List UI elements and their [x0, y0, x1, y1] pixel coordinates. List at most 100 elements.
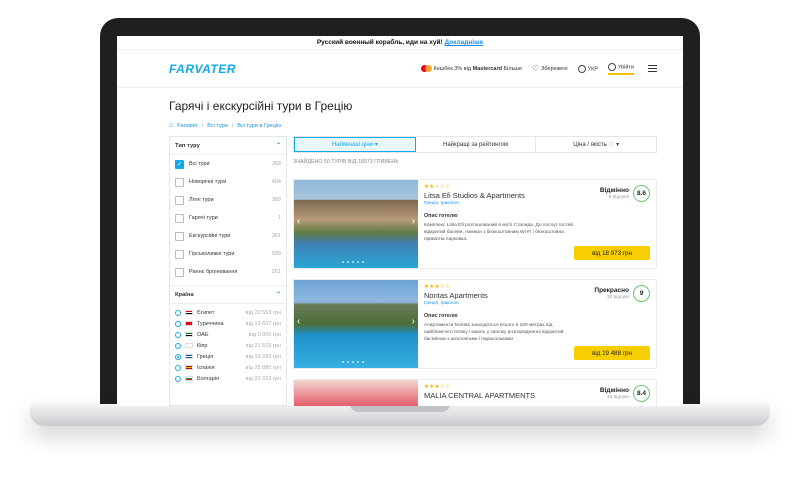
site-logo[interactable]: FARVATER — [169, 62, 236, 76]
tour-type-option[interactable]: Гарячі тури 1 — [170, 209, 286, 227]
hotel-card[interactable]: ‹ › ★★☆☆☆ Litsa Efi Studios & Apartments Гре… — [293, 179, 657, 269]
radio[interactable] — [175, 353, 181, 360]
menu-icon[interactable] — [648, 65, 657, 72]
radio[interactable] — [175, 320, 181, 327]
chevron-left-icon[interactable]: ‹ — [297, 316, 300, 327]
tour-type-option[interactable]: Літні тури 389 — [170, 191, 286, 209]
country-label: Болгарія — [197, 375, 219, 382]
country-price: від 22 552 грн — [245, 375, 281, 382]
hotel-card[interactable]: ‹› ★★★☆☆MALIA CENTRAL APARTMENTS Відмінно4… — [293, 379, 657, 406]
option-label: Всі тури — [189, 161, 210, 167]
favorites-link[interactable]: ♡ Збережені — [532, 64, 568, 73]
hotel-name[interactable]: Nontas Apartments — [424, 291, 574, 300]
country-option[interactable]: Єгипет від 20 553 грн — [170, 307, 286, 318]
option-label: Новорічні тури — [189, 179, 227, 185]
flag-icon — [185, 321, 193, 326]
rating-score: 8.6 — [633, 185, 650, 202]
country-option[interactable]: Кіпр від 21 515 грн — [170, 340, 286, 351]
radio[interactable] — [175, 364, 181, 371]
checkbox[interactable] — [175, 231, 184, 241]
country-label: Іспанія — [197, 364, 215, 371]
hotel-location[interactable]: Греція, Іракліон — [424, 201, 574, 206]
tour-type-option[interactable]: ✓ Всі тури 368 — [170, 155, 286, 173]
breadcrumb-separator: / — [231, 122, 234, 129]
flag-icon — [185, 365, 193, 370]
hotel-name[interactable]: MALIA CENTRAL APARTMENTS — [424, 391, 574, 400]
hotel-description: Комплекс Litsa Efi розташований в місті … — [424, 223, 573, 242]
country-option[interactable]: Туреччина від 13 637 грн — [170, 318, 286, 329]
radio[interactable] — [175, 375, 181, 382]
option-count: 1 — [277, 215, 281, 221]
tour-type-header[interactable]: Тип туру ⌃ — [170, 137, 286, 155]
country-option[interactable]: ОАЕ від 0 000 грн — [170, 329, 286, 340]
star-rating: ★★★☆☆ — [424, 284, 451, 290]
country-price: від 0 000 грн — [248, 331, 281, 338]
tour-type-option[interactable]: Гірськолижні тури 509 — [170, 245, 286, 263]
option-label: Гірськолижні тури — [189, 251, 235, 257]
hotel-photo[interactable]: ‹› — [294, 280, 418, 368]
home-icon: ⌂ — [169, 122, 174, 129]
sort-rating-tab[interactable]: Найкращі за рейтингом — [416, 137, 537, 152]
star-rating: ★★★☆☆ — [424, 384, 451, 390]
sort-value-tab[interactable]: Ціна / якість ⓘ ▾ — [536, 137, 656, 152]
checkbox[interactable] — [175, 177, 184, 187]
checkbox[interactable] — [175, 249, 184, 259]
hotel-photo[interactable]: ‹› — [294, 380, 418, 406]
chevron-up-icon: ⌃ — [275, 143, 281, 149]
country-option[interactable]: Болгарія від 22 552 грн — [170, 373, 286, 384]
option-count: 381 — [271, 233, 281, 239]
radio[interactable] — [175, 309, 181, 316]
tour-type-option[interactable]: Екскурсійні тури 381 — [170, 227, 286, 245]
radio[interactable] — [175, 342, 181, 349]
language-switcher[interactable]: УКР — [577, 64, 598, 73]
hotel-card[interactable]: ‹ › ★★★☆☆ Nontas Apartments Греція, Іракліон… — [293, 279, 657, 369]
cashback-link[interactable]: Кешбек 3% від Mastercard Більше — [420, 65, 522, 72]
info-icon: ⓘ — [608, 143, 615, 149]
checkbox[interactable] — [175, 267, 184, 277]
breadcrumb-item[interactable]: Всі тури — [207, 123, 228, 129]
description-title: Опис готелю — [424, 313, 458, 319]
checkbox[interactable] — [175, 213, 184, 223]
reviews-count[interactable]: 33 відгуки — [594, 295, 629, 300]
banner-link[interactable]: Докладніше — [444, 39, 483, 46]
breadcrumb-separator: / — [201, 122, 204, 129]
flag-icon — [185, 376, 193, 381]
chevron-right-icon[interactable]: › — [412, 216, 415, 227]
breadcrumb-item[interactable]: Всі тури в Грецію — [237, 123, 281, 129]
hotel-location[interactable]: Греція, Іракліон — [424, 301, 574, 306]
chevron-right-icon[interactable]: › — [412, 316, 415, 327]
checkbox[interactable] — [175, 195, 184, 205]
chevron-down-icon: ▾ — [616, 142, 620, 148]
country-header[interactable]: Країна ⌃ — [170, 286, 286, 304]
laptop-screen: Русский военный корабль, иди на хуй! Док… — [117, 36, 683, 406]
radio[interactable] — [175, 331, 181, 338]
login-button[interactable]: Увійти — [608, 62, 634, 75]
country-price: від 21 515 грн — [245, 342, 281, 349]
sort-cheapest-tab[interactable]: Найменші ціни ▾ — [294, 137, 416, 152]
option-count: 389 — [271, 197, 281, 203]
tour-type-option[interactable]: Раннє бронювання 261 — [170, 263, 286, 281]
hotel-photo[interactable]: ‹› — [294, 180, 418, 268]
option-label: Літні тури — [189, 197, 214, 203]
price-button[interactable]: від 19 488 грн — [574, 346, 650, 360]
rating-word: Прекрасно — [594, 287, 629, 294]
country-option[interactable]: Греція від 19 283 грн — [170, 351, 286, 362]
tour-type-option[interactable]: Новорічні тури 404 — [170, 173, 286, 191]
reviews-count[interactable]: 6 відгуків — [600, 195, 629, 200]
option-label: Раннє бронювання — [189, 269, 238, 275]
country-label: Єгипет — [197, 309, 215, 316]
reviews-count[interactable]: 44 відгуки — [600, 395, 629, 400]
hotel-name[interactable]: Litsa Efi Studios & Apartments — [424, 191, 574, 200]
page-title: Гарячі і екскурсійні тури в Грецію — [169, 99, 353, 113]
checkbox[interactable]: ✓ — [175, 159, 184, 169]
carousel-dots — [342, 261, 364, 263]
hotel-rating: Відмінно 44 відгуки 8.4 — [600, 385, 650, 402]
country-label: Греція — [197, 353, 214, 360]
price-button[interactable]: від 18 973 грн — [574, 246, 650, 260]
breadcrumb-item[interactable]: Farvater — [177, 123, 197, 129]
country-option[interactable]: Іспанія від 25 880 грн — [170, 362, 286, 373]
option-label: Гарячі тури — [189, 215, 218, 221]
chevron-left-icon[interactable]: ‹ — [297, 216, 300, 227]
results-count: ЗНАЙДЕНО 50 ТУРІВ ВІД 18973 ГРИВЕНЬ — [293, 159, 399, 165]
hotel-rating: Відмінно 6 відгуків 8.6 — [600, 185, 650, 202]
